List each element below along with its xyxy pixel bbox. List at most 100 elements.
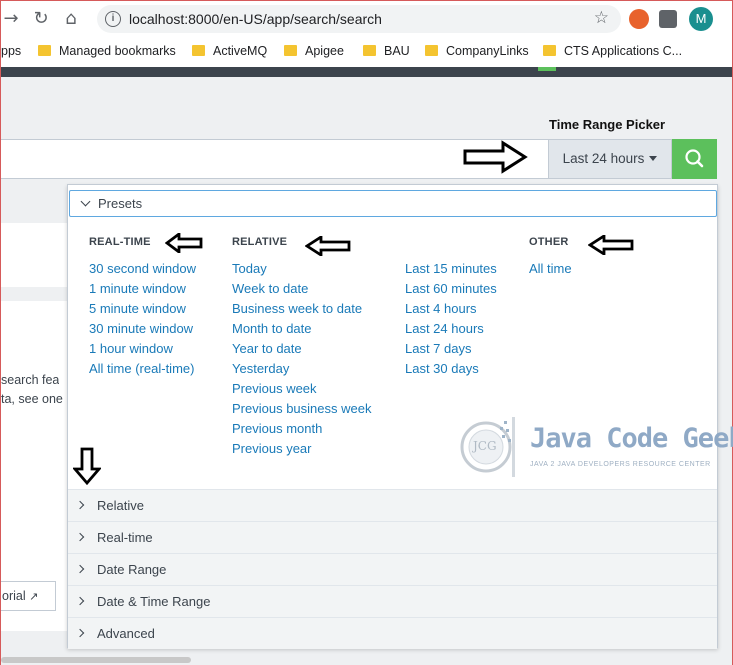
preset-link[interactable]: Previous month [232, 420, 371, 440]
section-label: Real-time [97, 530, 153, 545]
other-list: All time [529, 260, 572, 280]
caret-down-icon [649, 156, 658, 161]
presets-header[interactable]: Presets [69, 190, 717, 217]
forward-icon[interactable]: → [1, 9, 21, 29]
bookmark-cts[interactable]: CTS Applications C... [543, 44, 682, 58]
tutorial-button[interactable]: orial ↗ [1, 581, 56, 611]
time-range-value: Last 24 hours [562, 151, 645, 166]
bookmark-label: CompanyLinks [446, 44, 529, 58]
realtime-list: 30 second window 1 minute window 5 minut… [89, 260, 196, 380]
search-button[interactable] [672, 139, 717, 179]
chevron-right-icon [75, 596, 85, 606]
folder-icon [38, 45, 51, 56]
time-range-picker-button[interactable]: Last 24 hours [548, 139, 672, 179]
other-heading: OTHER [529, 236, 569, 248]
preset-link[interactable]: Year to date [232, 340, 371, 360]
preset-link[interactable]: Last 60 minutes [405, 280, 497, 300]
folder-icon [425, 45, 438, 56]
presets-label: Presets [98, 196, 143, 211]
bookmark-companylinks[interactable]: CompanyLinks [425, 44, 529, 58]
bookmark-label: CTS Applications C... [564, 44, 683, 58]
external-link-icon: ↗ [29, 590, 39, 603]
reload-icon[interactable]: ↻ [31, 9, 51, 29]
preset-link[interactable]: 1 minute window [89, 280, 196, 300]
tutorial-label: orial [2, 589, 26, 603]
search-icon [685, 149, 704, 168]
preset-link[interactable]: Yesterday [232, 360, 371, 380]
watermark-title: Java Code Geeks [530, 423, 733, 454]
preset-link[interactable]: Last 24 hours [405, 320, 497, 340]
preset-link[interactable]: Last 15 minutes [405, 260, 497, 280]
java-code-geeks-watermark: JCG Java Code Geeks Java 2 Java Develope… [460, 413, 733, 483]
section-relative[interactable]: Relative [68, 489, 717, 521]
section-real-time[interactable]: Real-time [68, 521, 717, 553]
preset-link[interactable]: 5 minute window [89, 300, 196, 320]
background-panel [1, 223, 67, 287]
preset-link[interactable]: 30 second window [89, 260, 196, 280]
bookmark-bau[interactable]: BAU [363, 44, 410, 58]
bookmark-apigee[interactable]: Apigee [284, 44, 344, 58]
preset-link[interactable]: All time (real-time) [89, 360, 196, 380]
watermark-logo-text: JCG [473, 439, 497, 453]
avatar[interactable]: M [689, 7, 713, 31]
relative-last-list: Last 15 minutes Last 60 minutes Last 4 h… [405, 260, 497, 380]
chevron-right-icon [75, 500, 85, 510]
browser-toolbar: → ↻ ⌂ i localhost:8000/en-US/app/search/… [1, 1, 732, 37]
extension-icon[interactable] [629, 9, 649, 29]
section-date-time-range[interactable]: Date & Time Range [68, 585, 717, 617]
picker-annotation-title: Time Range Picker [549, 117, 666, 132]
right-arrow-icon [463, 140, 528, 174]
preset-link[interactable]: 30 minute window [89, 320, 196, 340]
active-tab-indicator [538, 67, 556, 71]
left-arrow-icon [305, 236, 351, 256]
section-label: Date Range [97, 562, 167, 577]
folder-icon [284, 45, 297, 56]
puzzle-icon[interactable] [659, 10, 677, 28]
chevron-right-icon [75, 564, 85, 574]
folder-icon [192, 45, 205, 56]
preset-link[interactable]: Business week to date [232, 300, 371, 320]
chevron-right-icon [75, 532, 85, 542]
bookmark-label: Apigee [305, 44, 344, 58]
background-text: ta, see one [1, 392, 63, 406]
chevron-down-icon [80, 196, 91, 207]
info-icon[interactable]: i [105, 11, 121, 27]
section-label: Relative [97, 498, 144, 513]
relative-list: Today Week to date Business week to date… [232, 260, 371, 460]
preset-link[interactable]: Today [232, 260, 371, 280]
down-arrow-icon [73, 447, 101, 485]
bookmark-label: Managed bookmarks [59, 44, 176, 58]
section-advanced[interactable]: Advanced [68, 617, 717, 649]
bookmark-activemq[interactable]: ActiveMQ [192, 44, 267, 58]
preset-link[interactable]: Previous year [232, 440, 371, 460]
bookmarks-bar: pps Managed bookmarks ActiveMQ Apigee BA… [1, 37, 732, 67]
chevron-right-icon [75, 628, 85, 638]
folder-icon [543, 45, 556, 56]
preset-link[interactable]: 1 hour window [89, 340, 196, 360]
preset-link[interactable]: Previous week [232, 380, 371, 400]
section-date-range[interactable]: Date Range [68, 553, 717, 585]
realtime-heading: REAL-TIME [89, 236, 151, 248]
horizontal-scrollbar[interactable] [1, 657, 191, 663]
address-bar[interactable]: i localhost:8000/en-US/app/search/search… [97, 5, 621, 33]
preset-link[interactable]: Month to date [232, 320, 371, 340]
bookmark-label: ActiveMQ [213, 44, 268, 58]
preset-link[interactable]: Last 7 days [405, 340, 497, 360]
preset-link[interactable]: Week to date [232, 280, 371, 300]
left-arrow-icon [588, 235, 634, 255]
home-icon[interactable]: ⌂ [61, 9, 81, 29]
section-label: Advanced [97, 626, 155, 641]
bookmark-managed[interactable]: Managed bookmarks [38, 44, 176, 58]
preset-link[interactable]: Last 30 days [405, 360, 497, 380]
folder-icon [363, 45, 376, 56]
bookmark-apps[interactable]: pps [1, 44, 21, 58]
bookmark-label: BAU [384, 44, 410, 58]
app-nav-bar [1, 67, 732, 77]
section-label: Date & Time Range [97, 594, 211, 609]
bookmark-star-icon[interactable]: ☆ [594, 8, 609, 28]
relative-heading: RELATIVE [232, 236, 288, 248]
url-text[interactable]: localhost:8000/en-US/app/search/search [129, 11, 382, 27]
preset-link[interactable]: Previous business week [232, 400, 371, 420]
preset-link[interactable]: Last 4 hours [405, 300, 497, 320]
preset-link[interactable]: All time [529, 260, 572, 280]
